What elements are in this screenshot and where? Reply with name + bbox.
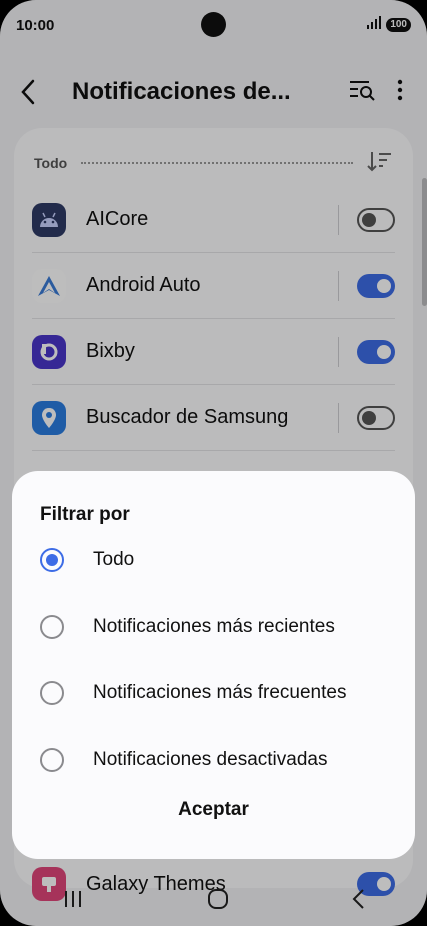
option-label: Notificaciones desactivadas (93, 749, 328, 770)
option-todo[interactable]: Todo (40, 540, 395, 580)
option-label: Todo (93, 549, 135, 570)
sheet-title: Filtrar por (40, 504, 130, 525)
option-disabled[interactable]: Notificaciones desactivadas (40, 740, 395, 780)
option-label: Notificaciones más frecuentes (93, 682, 347, 703)
option-frequent[interactable]: Notificaciones más frecuentes (40, 673, 395, 713)
option-label: Notificaciones más recientes (93, 616, 335, 637)
accept-button[interactable]: Aceptar (12, 799, 415, 821)
radio-selected-icon[interactable] (40, 548, 64, 572)
radio-icon[interactable] (40, 681, 64, 705)
radio-icon[interactable] (40, 748, 64, 772)
filter-sheet: Filtrar por Todo Notificaciones más reci… (12, 471, 415, 859)
phone-screen: 10:00 100 Notificaciones de... Todo AICo… (0, 0, 427, 926)
option-recent[interactable]: Notificaciones más recientes (40, 607, 395, 647)
radio-icon[interactable] (40, 615, 64, 639)
